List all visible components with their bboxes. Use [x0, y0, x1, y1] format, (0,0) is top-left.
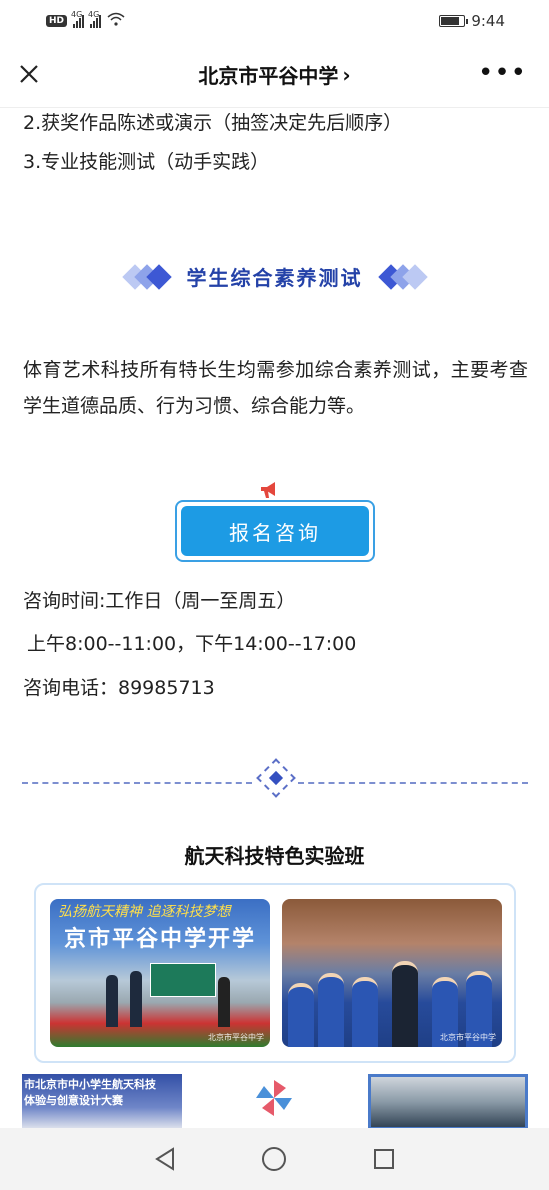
consult-hours: 上午8:00--11:00，下午14:00--17:00 — [27, 633, 357, 655]
more-icon[interactable]: ••• — [478, 60, 527, 86]
network-label: 4G — [71, 10, 83, 19]
ceremony-photo: 弘扬航天精神 追逐科技梦想 京市平谷中学开学 北京市平谷中学 — [50, 899, 270, 1047]
list-item-3: 3.专业技能测试（动手实践） — [23, 151, 270, 173]
wifi-icon — [107, 12, 125, 30]
status-bar: HD 4G 4G 9:44 — [0, 0, 549, 42]
section-paragraph: 体育艺术科技所有特长生均需参加综合素养测试，主要考查学生道德品质、行为习惯、综合… — [23, 359, 528, 417]
banner-main-text: 京市平谷中学开学 — [63, 927, 256, 952]
photo-row: 市北京市中小学生航天科技 体验与创意设计大赛 — [22, 1074, 528, 1130]
section-header: 学生综合素养测试 — [0, 262, 549, 291]
hd-badge: HD — [46, 15, 68, 27]
pinwheel-icon — [254, 1078, 294, 1118]
consult-phone[interactable]: 咨询电话：89985713 — [23, 673, 215, 700]
sub-section-title: 航天科技特色实验班 — [184, 844, 365, 868]
students-photo: 北京市平谷中学 — [282, 899, 502, 1047]
status-right: 9:44 — [439, 12, 505, 30]
list-item-2: 2.获奖作品陈述或演示（抽签决定先后顺序） — [23, 112, 403, 134]
signal-icon: 4G — [71, 10, 85, 28]
network-label-2: 4G — [88, 10, 100, 19]
close-icon[interactable] — [14, 59, 44, 89]
signal-icon-2: 4G — [88, 10, 102, 28]
contest-photo-line2: 体验与创意设计大赛 — [24, 1094, 123, 1107]
page-title[interactable]: 北京市平谷中学 › — [198, 60, 350, 89]
banner-top-text: 弘扬航天精神 追逐科技梦想 — [58, 904, 231, 920]
photo-watermark-2: 北京市平谷中学 — [440, 1033, 496, 1042]
contest-photo-line1: 市北京市中小学生航天科技 — [24, 1078, 156, 1091]
nav-bar: 北京市平谷中学 › ••• — [0, 42, 549, 108]
home-icon[interactable] — [254, 1139, 294, 1179]
consult-button-label: 报名咨询 — [181, 506, 369, 556]
section-title: 学生综合素养测试 — [186, 266, 363, 290]
photo-gallery: 弘扬航天精神 追逐科技梦想 京市平谷中学开学 北京市平谷中学 北京市平谷中学 — [34, 883, 516, 1063]
photo-watermark: 北京市平谷中学 — [208, 1033, 264, 1042]
diamond-right-icon — [377, 263, 428, 290]
section-divider — [22, 758, 528, 806]
back-icon[interactable] — [145, 1139, 185, 1179]
contest-photo: 市北京市中小学生航天科技 体验与创意设计大赛 — [22, 1074, 182, 1130]
classroom-photo — [368, 1074, 528, 1130]
battery-icon — [439, 15, 469, 27]
page-title-text: 北京市平谷中学 — [198, 64, 339, 88]
chevron-right-icon: › — [342, 62, 351, 87]
system-nav-bar — [0, 1128, 549, 1190]
clock: 9:44 — [471, 12, 505, 30]
consult-time: 咨询时间:工作日（周一至周五） — [23, 590, 296, 612]
recent-apps-icon[interactable] — [364, 1139, 404, 1179]
diamond-left-icon — [121, 263, 172, 290]
consult-button[interactable]: 报名咨询 — [175, 500, 375, 562]
status-left: HD 4G 4G — [46, 10, 125, 30]
